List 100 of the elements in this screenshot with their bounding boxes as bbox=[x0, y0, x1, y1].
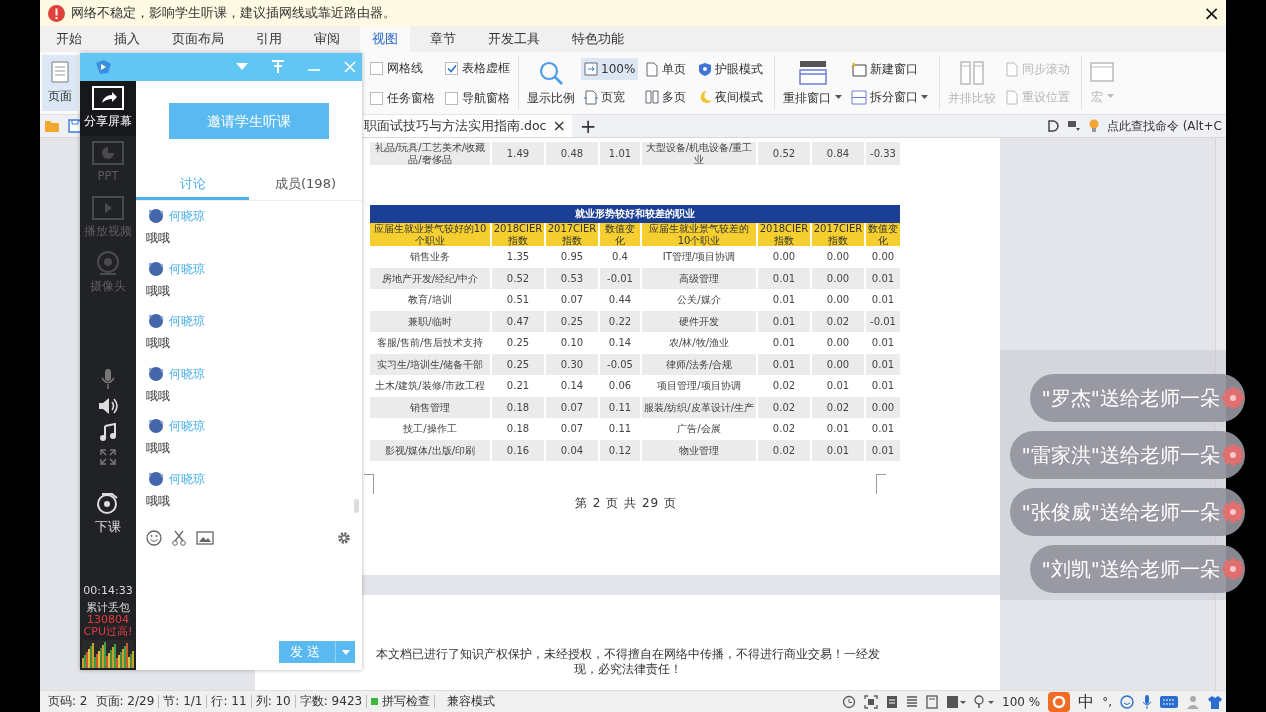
checkbox[interactable] bbox=[445, 61, 458, 75]
menu-tab[interactable]: 章节 bbox=[418, 26, 468, 52]
page-number: 第 2 页 共 29 页 bbox=[574, 495, 678, 512]
flower-icon bbox=[1221, 557, 1245, 581]
table-cell: 0.00 bbox=[866, 396, 900, 418]
menu-tab[interactable]: 开发工具 bbox=[476, 26, 552, 52]
zoom-level[interactable]: 100 % bbox=[1002, 692, 1041, 711]
panel-tab[interactable]: 成员(198) bbox=[249, 171, 362, 200]
menu-tab[interactable]: 审阅 bbox=[302, 26, 352, 52]
smiley-icon[interactable] bbox=[1120, 694, 1134, 709]
document-tab[interactable]: 职面试技巧与方法实用指南.doc × bbox=[362, 115, 572, 137]
image-icon[interactable] bbox=[196, 531, 214, 545]
ime-punctuation[interactable]: °, bbox=[1102, 692, 1112, 711]
table-cell: 0.01 bbox=[812, 439, 864, 461]
table-cell-text: 0.01 bbox=[870, 293, 896, 307]
table-cell: 高级管理 bbox=[642, 267, 756, 289]
sidebar-button[interactable]: 分享屏幕 bbox=[80, 81, 136, 136]
tab-title: 职面试技巧与方法实用指南.doc bbox=[364, 116, 547, 135]
table-cell: 房地产开发/经纪/中介 bbox=[370, 267, 490, 289]
table-cell-text: 0.4 bbox=[611, 250, 629, 264]
tray-icon[interactable] bbox=[1066, 120, 1081, 132]
packet-loss-count: 130804 bbox=[87, 614, 129, 626]
table-cell: 0.02 bbox=[812, 396, 864, 418]
class-timer: 00:14:33 bbox=[83, 585, 133, 597]
reading-icon[interactable] bbox=[946, 694, 967, 709]
table-cell: 礼品/玩具/工艺美术/收藏品/奢侈品 bbox=[370, 142, 490, 165]
table-cell: 1.01 bbox=[600, 142, 640, 165]
menu-tab[interactable]: 特色功能 bbox=[560, 26, 636, 52]
checkbox[interactable] bbox=[370, 91, 383, 105]
table-cell: -0.01 bbox=[600, 267, 640, 289]
table-cell-text: 销售业务 bbox=[409, 250, 451, 264]
ime-icon[interactable] bbox=[1048, 691, 1071, 712]
message-text: 哦哦 bbox=[146, 282, 171, 300]
column-header: 2018CIER指数 bbox=[492, 223, 544, 246]
microphone-icon[interactable] bbox=[1142, 694, 1152, 709]
keyboard-icon[interactable] bbox=[1160, 695, 1178, 708]
view-button[interactable]: 页宽 bbox=[581, 86, 639, 108]
table-cell-text: 0.14 bbox=[559, 379, 585, 393]
table-cell: 0.25 bbox=[492, 353, 544, 375]
window-button[interactable]: 拆分窗口 bbox=[848, 86, 932, 108]
expand-icon[interactable] bbox=[100, 449, 116, 465]
end-class-button[interactable]: 下课 bbox=[95, 491, 121, 537]
table-cell-text: 0.10 bbox=[559, 336, 585, 350]
window-icon bbox=[1090, 60, 1115, 85]
menu-tab[interactable]: 页面布局 bbox=[160, 26, 236, 52]
page-icon[interactable] bbox=[886, 694, 899, 709]
scroll-thumb[interactable] bbox=[354, 499, 359, 513]
outline-icon[interactable] bbox=[906, 694, 919, 709]
message-text: 哦哦 bbox=[146, 335, 171, 352]
view-button[interactable]: 100% bbox=[581, 58, 639, 80]
zoom-button[interactable]: 显示比例 bbox=[527, 59, 575, 107]
menu-tab[interactable]: 引用 bbox=[244, 26, 294, 52]
format-icon[interactable] bbox=[1046, 120, 1059, 132]
table-cell-text: 0.01 bbox=[870, 336, 896, 350]
speaker-icon[interactable] bbox=[98, 397, 118, 415]
presentation-icon bbox=[92, 141, 124, 167]
checkbox-label: 任务窗格 bbox=[387, 90, 435, 107]
command-search[interactable]: 点此查找命令 (Alt+C bbox=[1106, 117, 1222, 135]
close-tab-button[interactable]: × bbox=[552, 114, 566, 138]
caret-icon bbox=[835, 95, 843, 100]
mode-button[interactable]: 护眼模式 bbox=[695, 58, 767, 80]
table-cell: -0.33 bbox=[866, 142, 900, 165]
shirt-icon[interactable] bbox=[1208, 694, 1222, 709]
fit-screen-icon[interactable] bbox=[864, 694, 879, 709]
menu-tab[interactable]: 视图 bbox=[360, 26, 410, 52]
table-cell-text: 0.02 bbox=[771, 422, 797, 436]
emoji-icon[interactable] bbox=[146, 530, 162, 546]
checkbox[interactable] bbox=[370, 61, 383, 75]
menu-tab[interactable]: 插入 bbox=[102, 26, 152, 52]
arrange-windows-button[interactable]: 重排窗口 bbox=[783, 59, 843, 107]
microphone-icon[interactable] bbox=[101, 369, 115, 389]
avatar-icon bbox=[146, 313, 164, 329]
checkbox[interactable] bbox=[445, 91, 458, 105]
settings-icon[interactable] bbox=[336, 530, 352, 546]
scissors-icon[interactable] bbox=[172, 530, 186, 546]
table-cell-text: 0.00 bbox=[825, 293, 851, 307]
message-text: 哦哦 bbox=[146, 230, 171, 247]
spell-check[interactable]: 拼写检查 bbox=[367, 695, 436, 708]
columns-icon bbox=[959, 59, 986, 86]
crop-mark bbox=[876, 474, 886, 494]
close-button[interactable]: × bbox=[1201, 3, 1222, 23]
mode-button[interactable]: 夜间模式 bbox=[695, 86, 767, 108]
table-cell: 大型设备/机电设备/重工业 bbox=[642, 142, 756, 165]
web-layout-icon[interactable] bbox=[926, 694, 939, 709]
table-cell-text: 0.07 bbox=[559, 293, 585, 307]
save-icon[interactable] bbox=[68, 119, 82, 133]
new-tab-button[interactable]: + bbox=[571, 115, 605, 137]
music-icon[interactable] bbox=[100, 423, 116, 441]
window-button[interactable]: 新建窗口 bbox=[848, 58, 932, 80]
caret-icon bbox=[921, 94, 929, 100]
column-header: 2017CIER指数 bbox=[812, 223, 864, 246]
column-header: 2017CIER指数 bbox=[546, 223, 598, 246]
view-button[interactable]: 单页 bbox=[642, 58, 690, 80]
ime-language[interactable]: 中 bbox=[1078, 689, 1095, 712]
avatar-icon bbox=[146, 418, 164, 434]
page-view-button[interactable]: 页面 bbox=[42, 55, 78, 111]
history-icon[interactable] bbox=[842, 694, 857, 709]
view-button[interactable]: 多页 bbox=[642, 86, 690, 108]
menu-tab[interactable]: 开始 bbox=[44, 26, 94, 52]
table-cell: 0.01 bbox=[758, 310, 810, 332]
